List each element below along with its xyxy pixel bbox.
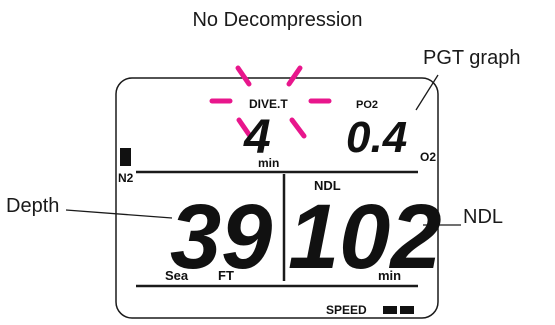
ndl-unit-label: min xyxy=(378,268,401,283)
speed-bar-segment xyxy=(400,306,414,314)
n2-label: N2 xyxy=(118,171,134,185)
depth-unit-label: FT xyxy=(218,268,234,283)
blink-mark xyxy=(289,117,307,139)
ndl-callout: NDL xyxy=(463,206,504,228)
speed-label: SPEED xyxy=(326,303,367,317)
depth-callout: Depth xyxy=(6,195,60,217)
ndl-value: 102 xyxy=(288,186,442,288)
po2-label: PO2 xyxy=(356,99,378,111)
pgt-leader-line xyxy=(415,74,439,111)
speed-bar-segment xyxy=(383,306,397,314)
o2-label: O2 xyxy=(420,150,436,164)
dive-computer-diagram: No Decompression DIVE.T 4 min PO2 0.4 O2… xyxy=(0,0,555,325)
n2-bar-icon xyxy=(120,148,131,166)
blink-mark xyxy=(286,65,303,87)
po2-value: 0.4 xyxy=(346,113,407,162)
blink-mark xyxy=(235,65,252,87)
depth-mode-label: Sea xyxy=(165,268,189,283)
depth-leader-line xyxy=(65,209,173,219)
dive-time-unit: min xyxy=(258,156,279,170)
dive-time-label: DIVE.T xyxy=(249,97,288,111)
pgt-graph-callout: PGT graph xyxy=(423,47,521,69)
